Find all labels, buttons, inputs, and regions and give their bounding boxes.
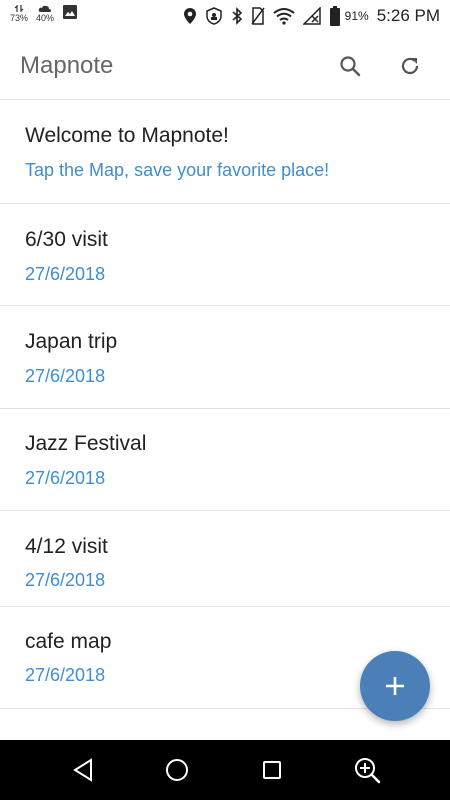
add-note-button[interactable] <box>360 651 430 721</box>
status-left: 73% 40% <box>10 4 78 23</box>
network-activity-indicator: 73% <box>10 4 28 23</box>
weather-value: 40% <box>36 13 55 23</box>
recents-button[interactable] <box>256 754 288 786</box>
status-right: 91% 5:26 PM <box>183 0 440 32</box>
list-item[interactable]: Jazz Festival 27/6/2018 <box>0 409 450 511</box>
wifi-icon <box>273 7 295 25</box>
image-icon <box>62 4 78 20</box>
recents-icon <box>263 761 281 779</box>
search-button[interactable] <box>334 50 366 82</box>
signal-icon <box>302 7 321 25</box>
note-list: Welcome to Mapnote! Tap the Map, save yo… <box>0 101 450 709</box>
network-activity-value: 73% <box>10 13 29 23</box>
weather-indicator: 40% <box>36 4 54 23</box>
search-icon <box>340 56 361 77</box>
note-title: 6/30 visit <box>25 228 108 251</box>
battery-percent: 91% <box>344 9 369 23</box>
bluetooth-icon <box>231 7 243 25</box>
note-title: Welcome to Mapnote! <box>25 124 229 147</box>
weather-icon <box>38 5 52 12</box>
app-title: Mapnote <box>20 52 114 79</box>
clock: 5:26 PM <box>376 6 440 25</box>
zoom-icon <box>355 758 381 784</box>
zoom-button[interactable] <box>351 754 383 786</box>
back-icon <box>73 758 92 782</box>
navigation-bar <box>0 740 450 800</box>
note-date: 27/6/2018 <box>25 264 106 284</box>
list-item-welcome[interactable]: Welcome to Mapnote! Tap the Map, save yo… <box>0 101 450 204</box>
battery-icon <box>329 6 341 26</box>
vpn-icon <box>205 7 223 25</box>
list-item[interactable]: 6/30 visit 27/6/2018 <box>0 204 450 306</box>
network-activity-icon <box>14 4 24 13</box>
note-title: Japan trip <box>25 330 118 353</box>
note-title: Jazz Festival <box>25 432 147 455</box>
note-title: cafe map <box>25 630 112 653</box>
note-date: 27/6/2018 <box>25 570 106 590</box>
list-item[interactable]: Japan trip 27/6/2018 <box>0 306 450 409</box>
back-button[interactable] <box>67 754 99 786</box>
note-subtitle: Tap the Map, save your favorite place! <box>25 160 330 180</box>
list-item[interactable]: 4/12 visit 27/6/2018 <box>0 511 450 607</box>
home-icon <box>166 759 188 781</box>
no-sim-icon <box>251 7 265 25</box>
note-title: 4/12 visit <box>25 535 108 558</box>
app-bar: Mapnote <box>0 32 450 100</box>
note-date: 27/6/2018 <box>25 468 106 488</box>
refresh-icon <box>401 57 419 75</box>
note-date: 27/6/2018 <box>25 366 106 386</box>
plus-icon <box>386 677 404 695</box>
status-bar: 73% 40% 91% 5:26 PM <box>0 0 450 32</box>
home-button[interactable] <box>161 754 193 786</box>
note-date: 27/6/2018 <box>25 665 106 685</box>
refresh-button[interactable] <box>394 50 426 82</box>
location-icon <box>183 7 197 25</box>
